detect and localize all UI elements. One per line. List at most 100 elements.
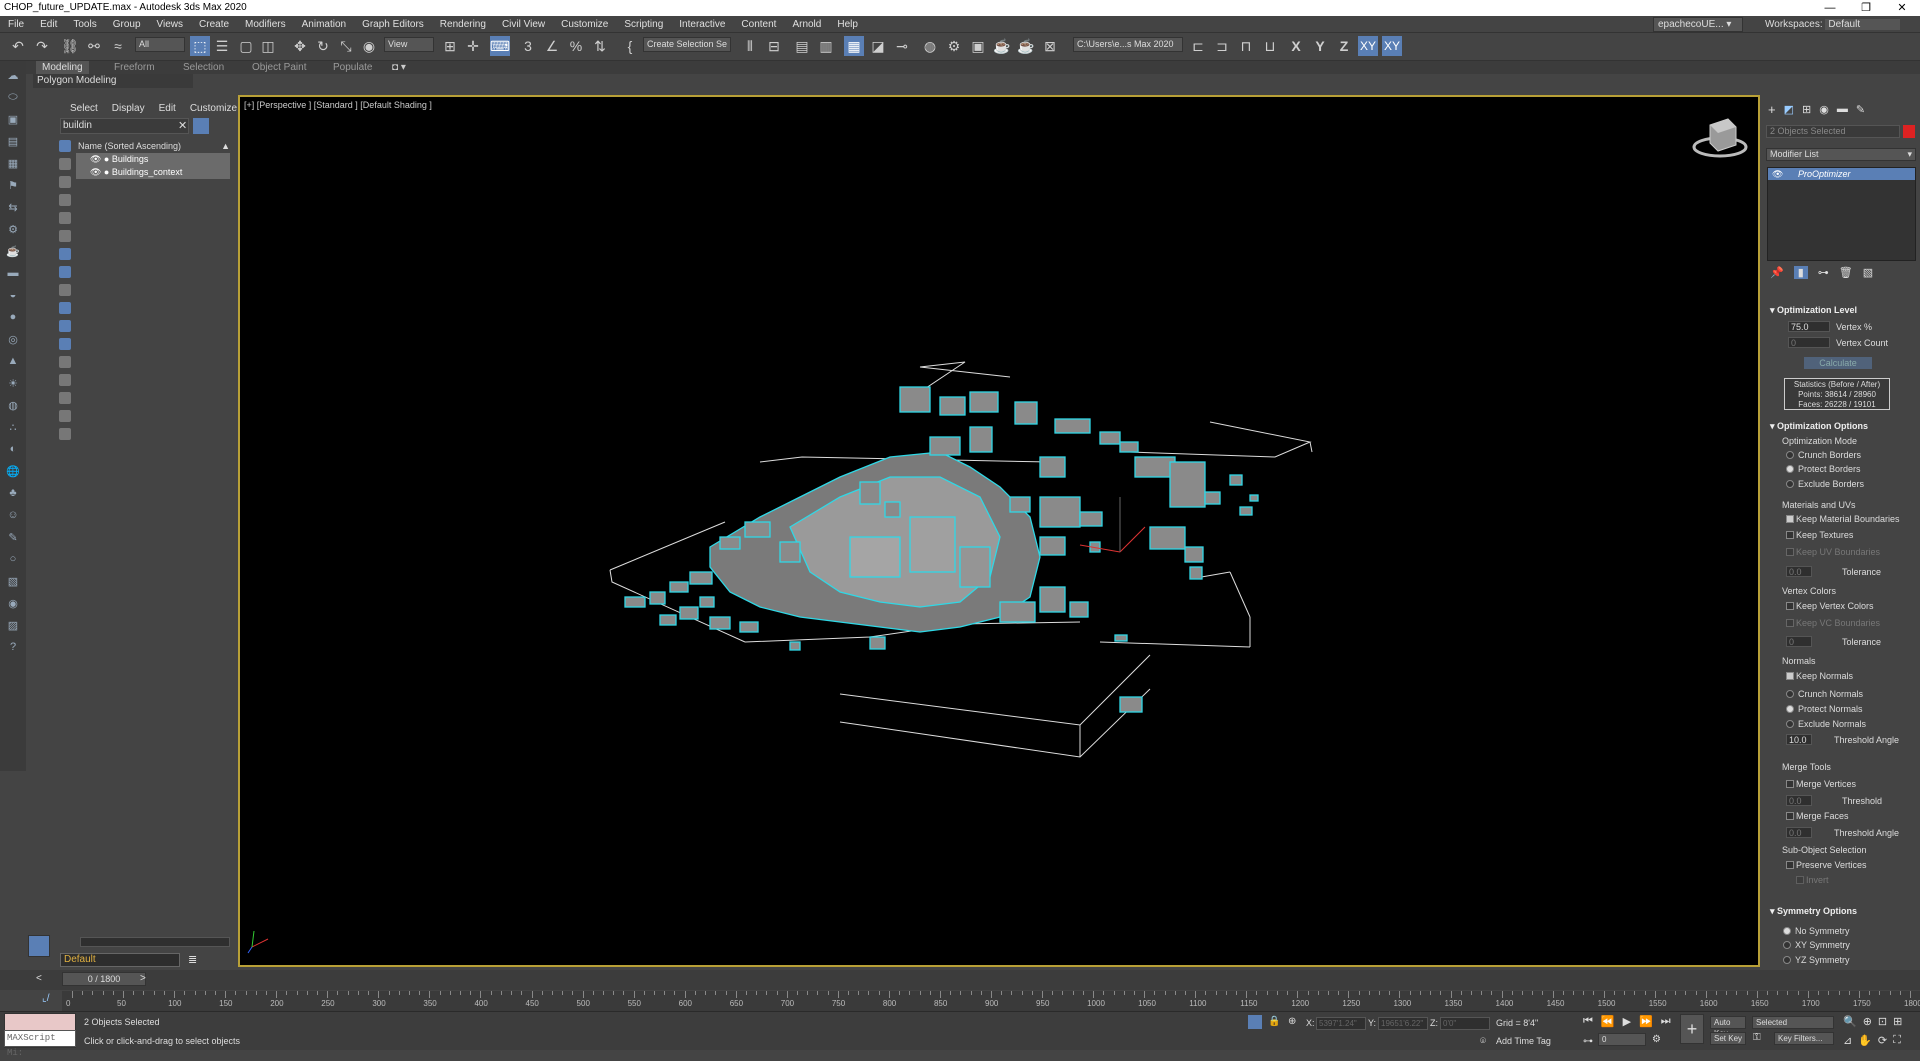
yz-symmetry-radio[interactable] bbox=[1783, 956, 1791, 964]
scene-explorer-toggle-icon[interactable]: ▤ bbox=[792, 36, 812, 56]
object-color-swatch[interactable] bbox=[1903, 125, 1915, 138]
zoom-icon[interactable]: 🔍 bbox=[1843, 1015, 1857, 1028]
move-icon[interactable]: ✥ bbox=[290, 36, 310, 56]
calculate-button[interactable]: Calculate bbox=[1804, 357, 1872, 369]
align-to-view-icon[interactable]: ⊏ bbox=[1188, 36, 1208, 56]
threshold-angle-spinner[interactable]: 10.0 bbox=[1786, 734, 1812, 745]
keep-uv-boundaries-checkbox[interactable] bbox=[1786, 548, 1794, 556]
tree-item-buildings[interactable]: 👁 ● Buildings bbox=[76, 153, 230, 166]
vertex-count-spinner[interactable]: 0 bbox=[1788, 337, 1830, 348]
maximize-button[interactable]: ❐ bbox=[1848, 0, 1884, 16]
invert-checkbox[interactable] bbox=[1796, 876, 1804, 884]
display-influences-icon[interactable] bbox=[59, 374, 71, 386]
key-filters-button[interactable]: Key Filters... bbox=[1774, 1032, 1834, 1045]
configure-modifier-sets-icon[interactable]: ▧ bbox=[1863, 266, 1873, 279]
vc-tolerance-spinner[interactable]: 0 bbox=[1786, 636, 1812, 647]
ribbon-options-icon[interactable]: ◘ ▾ bbox=[392, 61, 406, 74]
redo-icon[interactable]: ↷ bbox=[32, 36, 52, 56]
minimize-button[interactable]: — bbox=[1812, 0, 1848, 16]
current-frame-spinner[interactable]: 0 bbox=[1598, 1033, 1646, 1046]
remove-modifier-icon[interactable]: 🗑 bbox=[1839, 266, 1853, 279]
key-mode-toggle-icon[interactable]: ⊶ bbox=[1583, 1036, 1593, 1047]
display-geometry-icon[interactable] bbox=[59, 140, 71, 152]
axis-x-button[interactable]: X bbox=[1286, 36, 1306, 56]
merge-faces-checkbox[interactable] bbox=[1786, 812, 1794, 820]
particles-icon[interactable]: ∴ bbox=[5, 421, 21, 435]
place-icon[interactable]: ◉ bbox=[359, 36, 379, 56]
menu-modifiers[interactable]: Modifiers bbox=[237, 16, 294, 33]
rotate-icon[interactable]: ↻ bbox=[313, 36, 333, 56]
exclude-borders-radio[interactable] bbox=[1786, 480, 1794, 488]
menu-tools[interactable]: Tools bbox=[65, 16, 104, 33]
display-helpers-icon[interactable] bbox=[59, 212, 71, 224]
display-all-icon[interactable] bbox=[59, 302, 71, 314]
display-filter-icon[interactable] bbox=[59, 410, 71, 422]
y-coord-field[interactable]: 19651'6.22" bbox=[1378, 1017, 1428, 1030]
tab-populate[interactable]: Populate bbox=[333, 61, 372, 74]
symmetry-options-rollout[interactable]: ▾ Symmetry Options bbox=[1770, 906, 1857, 917]
render-production-icon[interactable]: ☕ bbox=[992, 36, 1012, 56]
maxscript-input[interactable]: MAXScript Mi: bbox=[4, 1030, 76, 1058]
protect-normals-radio[interactable] bbox=[1786, 705, 1794, 713]
menu-graph-editors[interactable]: Graph Editors bbox=[354, 16, 432, 33]
bind-space-warp-icon[interactable]: ≈ bbox=[108, 36, 128, 56]
layer-explorer-icon[interactable]: ▥ bbox=[816, 36, 836, 56]
workspace-dropdown[interactable]: Default bbox=[1825, 19, 1901, 30]
optimization-level-rollout[interactable]: ▾ Optimization Level bbox=[1770, 305, 1857, 316]
zoom-extents-all-icon[interactable]: ⊞ bbox=[1893, 1015, 1902, 1028]
time-configuration-icon[interactable]: ⚙ bbox=[1652, 1034, 1661, 1045]
selection-filter-dropdown[interactable]: All bbox=[135, 37, 185, 52]
spinner-snap-icon[interactable]: ⇅ bbox=[590, 36, 610, 56]
sun-icon[interactable]: ☀ bbox=[5, 377, 21, 391]
clone-align-icon[interactable]: ⊓ bbox=[1236, 36, 1256, 56]
geosphere-icon[interactable]: ◍ bbox=[5, 399, 21, 413]
display-shapes-icon[interactable] bbox=[59, 158, 71, 170]
torus-icon[interactable]: ◎ bbox=[5, 333, 21, 347]
scene-horizontal-scrollbar[interactable] bbox=[80, 937, 230, 947]
axis-xy-button[interactable]: XY bbox=[1358, 36, 1378, 56]
utilities-tab-icon[interactable]: ✎ bbox=[1856, 103, 1865, 116]
clear-search-icon[interactable]: ✕ bbox=[178, 119, 187, 132]
pin-stack-icon[interactable]: 📌 bbox=[1770, 266, 1784, 279]
help-icon[interactable]: ? bbox=[5, 641, 21, 655]
auto-key-button[interactable]: Auto Key bbox=[1710, 1016, 1746, 1038]
orb-icon[interactable]: ○ bbox=[5, 553, 21, 567]
display-children-icon[interactable] bbox=[59, 356, 71, 368]
spacewarp-icon[interactable]: ⇆ bbox=[5, 201, 21, 215]
protect-borders-radio[interactable] bbox=[1786, 465, 1794, 473]
display-invert-icon[interactable] bbox=[59, 338, 71, 350]
display-bones-icon[interactable] bbox=[59, 284, 71, 296]
keep-vertex-colors-checkbox[interactable] bbox=[1786, 602, 1794, 610]
menu-group[interactable]: Group bbox=[105, 16, 149, 33]
field-of-view-icon[interactable]: ⊿ bbox=[1843, 1034, 1852, 1047]
show-end-result-icon[interactable]: ▮ bbox=[1793, 266, 1808, 279]
prev-frame-icon[interactable]: < bbox=[36, 973, 42, 984]
layer-icon[interactable]: ▨ bbox=[5, 619, 21, 633]
display-tab-icon[interactable]: ▬ bbox=[1837, 103, 1848, 115]
reference-coordinate-dropdown[interactable]: View bbox=[384, 37, 434, 52]
select-by-name-icon[interactable]: ☰ bbox=[212, 36, 232, 56]
pan-icon[interactable]: ✋ bbox=[1858, 1034, 1872, 1047]
scene-menu-edit[interactable]: Edit bbox=[159, 103, 176, 114]
maximize-viewport-icon[interactable]: ⛶ bbox=[1893, 1034, 1901, 1047]
scene-explorer-toggle-button[interactable] bbox=[28, 935, 50, 957]
tab-modeling[interactable]: Modeling bbox=[36, 61, 89, 74]
close-button[interactable]: ✕ bbox=[1884, 0, 1920, 16]
select-manipulate-icon[interactable]: ✛ bbox=[463, 36, 483, 56]
link-icon[interactable]: ⛓ bbox=[60, 36, 80, 56]
angle-snap-icon[interactable]: ∠ bbox=[542, 36, 562, 56]
tree-column-header[interactable]: Name (Sorted Ascending) ▲ bbox=[76, 140, 230, 153]
merge-faces-angle-spinner[interactable]: 0.0 bbox=[1786, 827, 1812, 838]
create-shape-icon[interactable]: ▣ bbox=[5, 113, 21, 127]
cone-icon[interactable]: ▲ bbox=[5, 355, 21, 369]
zoom-all-icon[interactable]: ⊕ bbox=[1863, 1015, 1872, 1028]
menu-animation[interactable]: Animation bbox=[294, 16, 354, 33]
tree-item-buildings-context[interactable]: 👁 ● Buildings_context bbox=[76, 166, 230, 179]
scene-menu-select[interactable]: Select bbox=[70, 103, 98, 114]
menu-rendering[interactable]: Rendering bbox=[432, 16, 494, 33]
vertex-percent-spinner[interactable]: 75.0 bbox=[1788, 321, 1830, 332]
no-symmetry-radio[interactable] bbox=[1783, 927, 1791, 935]
time-slider[interactable]: 0 / 1800 bbox=[62, 972, 146, 986]
menu-content[interactable]: Content bbox=[733, 16, 784, 33]
rectangular-selection-icon[interactable]: ▢ bbox=[236, 36, 256, 56]
